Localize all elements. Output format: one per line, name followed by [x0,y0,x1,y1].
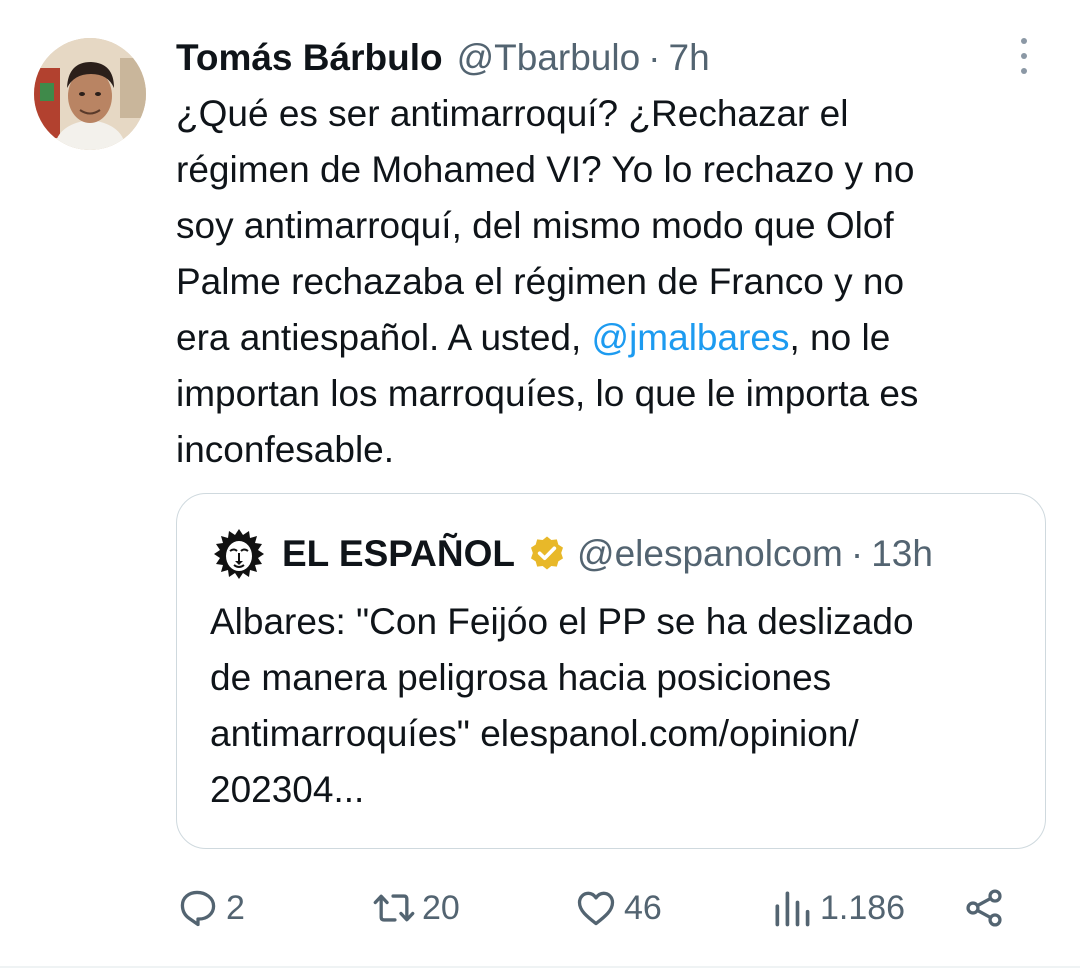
retweet-button[interactable]: 20 [372,880,460,936]
tweet-text-line: régimen de Mohamed VI? Yo lo rechazo y n… [176,149,915,190]
reply-button[interactable]: 2 [176,880,245,936]
views-button[interactable]: 1.186 [770,880,905,936]
mention-link[interactable]: @jmalbares [592,317,790,358]
tweet-header: Tomás Bárbulo @Tbarbulo · 7h [176,32,710,84]
like-count: 46 [624,888,662,927]
quoted-tweet-time[interactable]: 13h [871,533,933,575]
gold-verified-badge-icon [527,534,567,574]
lion-logo-icon[interactable] [210,525,268,583]
reply-count: 2 [226,888,245,927]
retweet-icon [373,894,415,922]
quoted-text-line: 202304... [210,769,365,810]
author-name[interactable]: Tomás Bárbulo [176,37,443,79]
tweet-text-line: importan los marroquíes, lo que le impor… [176,373,919,414]
more-dot [1021,53,1027,59]
tweet-text: ¿Qué es ser antimarroquí? ¿Rechazar el r… [176,86,1056,478]
quoted-tweet-text: Albares: "Con Feijóo el PP se ha desliza… [210,594,1030,818]
author-handle[interactable]: @Tbarbulo [457,37,641,79]
tweet-text-line: soy antimarroquí, del mismo modo que Olo… [176,205,894,246]
share-icon [966,889,1002,927]
quoted-tweet[interactable]: EL ESPAÑOL @elespanolcom · 13h Albares: … [176,493,1046,849]
views-count: 1.186 [820,888,906,927]
tweet-divider [0,966,1080,968]
tweet-text-line: ¿Qué es ser antimarroquí? ¿Rechazar el [176,93,849,134]
quoted-text-line: antimarroquíes" elespanol.com/opinion/ [210,713,859,754]
more-options-icon[interactable] [1010,38,1038,74]
more-dot [1021,38,1027,44]
tweet-text-line: era antiespañol. A usted, @jmalbares, no… [176,310,1056,366]
tweet-text-fragment: , no le [789,317,891,358]
tweet-text-fragment: era antiespañol. A usted, [176,317,592,358]
tweet-text-line: Palme rechazaba el régimen de Franco y n… [176,261,905,302]
quoted-author-handle[interactable]: @elespanolcom [577,533,843,575]
quoted-author-name[interactable]: EL ESPAÑOL [282,533,515,575]
like-button[interactable]: 46 [574,880,662,936]
header-separator: · [648,37,661,78]
author-avatar[interactable] [34,38,146,150]
tweet-text-line: inconfesable. [176,429,395,470]
views-chart-icon [775,891,810,927]
tweet[interactable]: Tomás Bárbulo @Tbarbulo · 7h ¿Qué es ser… [0,0,1080,975]
tweet-actions: 2 20 46 1.186 [176,880,1016,936]
quoted-text-line: de manera peligrosa hacia posiciones [210,657,832,698]
quoted-text-line: Albares: "Con Feijóo el PP se ha desliza… [210,601,914,642]
reply-icon [180,890,216,927]
quoted-header-separator: · [850,533,864,574]
author-avatar-image [34,38,146,150]
retweet-count: 20 [422,888,460,927]
quoted-tweet-header: EL ESPAÑOL @elespanolcom · 13h [210,524,933,584]
share-button[interactable] [962,880,1012,936]
heart-icon [577,891,615,926]
tweet-time[interactable]: 7h [669,37,710,79]
more-dot [1021,68,1027,74]
